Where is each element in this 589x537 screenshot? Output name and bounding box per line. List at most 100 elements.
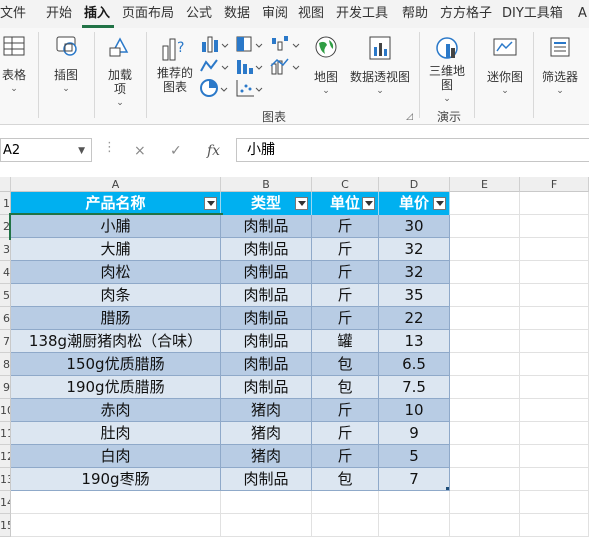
tab-5[interactable]: 数据	[224, 0, 250, 28]
grid-cell[interactable]	[450, 468, 520, 491]
column-header-C[interactable]: C	[312, 177, 379, 192]
grid-cell[interactable]	[450, 514, 520, 537]
column-header-A[interactable]: A	[11, 177, 221, 192]
grid-cell[interactable]	[520, 422, 589, 445]
3d-map-button[interactable]: 三维地 图 ⌄	[427, 34, 467, 106]
row-header[interactable]: 9	[0, 376, 11, 399]
grid-cell[interactable]	[520, 215, 589, 238]
table-cell[interactable]: 30	[379, 215, 450, 238]
filter-dropdown-icon[interactable]	[204, 197, 217, 210]
column-header-B[interactable]: B	[221, 177, 312, 192]
grid-cell[interactable]	[520, 445, 589, 468]
table-cell[interactable]: 190g枣肠	[11, 468, 221, 491]
table-cell[interactable]: 32	[379, 238, 450, 261]
pie-chart-button[interactable]	[199, 78, 229, 102]
column-header-D[interactable]: D	[379, 177, 450, 192]
table-cell[interactable]: 肉制品	[221, 261, 312, 284]
map-chart-button[interactable]: 地图 ⌄	[308, 34, 344, 98]
column-header-E[interactable]: E	[450, 177, 520, 192]
row-header[interactable]: 6	[0, 307, 11, 330]
table-cell[interactable]: 猪肉	[221, 422, 312, 445]
tab-4[interactable]: 公式	[186, 0, 212, 28]
table-cell[interactable]: 肉制品	[221, 468, 312, 491]
cancel-icon[interactable]: ×	[134, 143, 146, 159]
table-cell[interactable]: 138g潮厨猪肉松（合味）	[11, 330, 221, 353]
table-cell[interactable]: 斤	[312, 261, 379, 284]
table-cell[interactable]: 肉制品	[221, 353, 312, 376]
grid-cell[interactable]	[450, 399, 520, 422]
hierarchy-chart-button[interactable]	[234, 34, 264, 58]
table-cell[interactable]: 肉松	[11, 261, 221, 284]
table-cell[interactable]: 肉条	[11, 284, 221, 307]
table-cell[interactable]: 190g优质腊肠	[11, 376, 221, 399]
enter-icon[interactable]: ✓	[170, 143, 182, 159]
grid-cell[interactable]	[450, 491, 520, 514]
table-cell[interactable]: 斤	[312, 399, 379, 422]
row-header[interactable]: 13	[0, 468, 11, 491]
row-header[interactable]: 5	[0, 284, 11, 307]
grid-cell[interactable]	[11, 514, 221, 537]
table-cell[interactable]: 肉制品	[221, 284, 312, 307]
filter-dropdown-icon[interactable]	[433, 197, 446, 210]
grid-cell[interactable]	[450, 376, 520, 399]
table-header-cell[interactable]: 产品名称	[11, 192, 221, 215]
picture-button[interactable]: 插图 ⌄	[48, 34, 84, 96]
row-header[interactable]: 14	[0, 491, 11, 514]
filter-dropdown-icon[interactable]	[362, 197, 375, 210]
grid-cell[interactable]	[520, 514, 589, 537]
grid-cell[interactable]	[520, 353, 589, 376]
table-cell[interactable]: 罐	[312, 330, 379, 353]
grid-cell[interactable]	[312, 514, 379, 537]
table-cell[interactable]: 6.5	[379, 353, 450, 376]
grid-cell[interactable]	[450, 445, 520, 468]
tab-2[interactable]: 插入	[84, 0, 110, 28]
grid-cell[interactable]	[312, 491, 379, 514]
grid-cell[interactable]	[450, 192, 520, 215]
statistic-chart-button[interactable]	[234, 56, 264, 80]
table-cell[interactable]: 斤	[312, 445, 379, 468]
tab-0[interactable]: 文件	[0, 0, 26, 28]
grid-cell[interactable]	[520, 399, 589, 422]
waterfall-chart-button[interactable]	[269, 34, 301, 58]
table-cell[interactable]: 肚肉	[11, 422, 221, 445]
column-chart-button[interactable]	[199, 34, 229, 58]
table-cell[interactable]: 9	[379, 422, 450, 445]
row-header[interactable]: 7	[0, 330, 11, 353]
row-header[interactable]: 12	[0, 445, 11, 468]
row-header[interactable]: 4	[0, 261, 11, 284]
grid-cell[interactable]	[520, 192, 589, 215]
grid-cell[interactable]	[450, 422, 520, 445]
table-cell[interactable]: 小脯	[9, 213, 223, 240]
grid-cell[interactable]	[379, 514, 450, 537]
filters-button[interactable]: 筛选器 ⌄	[540, 34, 580, 98]
table-cell[interactable]: 7.5	[379, 376, 450, 399]
table-cell[interactable]: 32	[379, 261, 450, 284]
table-cell[interactable]: 肉制品	[221, 376, 312, 399]
row-header[interactable]: 10	[0, 399, 11, 422]
table-resize-handle[interactable]	[446, 487, 449, 490]
table-cell[interactable]: 包	[312, 376, 379, 399]
tab-7[interactable]: 视图	[298, 0, 324, 28]
table-cell[interactable]: 肉制品	[221, 307, 312, 330]
grid-cell[interactable]	[379, 491, 450, 514]
tab-3[interactable]: 页面布局	[122, 0, 174, 28]
table-cell[interactable]: 猪肉	[221, 445, 312, 468]
tab-10[interactable]: 方方格子	[440, 0, 492, 28]
tab-6[interactable]: 审阅	[262, 0, 288, 28]
tab-9[interactable]: 帮助	[402, 0, 428, 28]
grid-cell[interactable]	[520, 284, 589, 307]
grid-cell[interactable]	[221, 514, 312, 537]
tab-12[interactable]: A	[578, 0, 587, 28]
line-chart-button[interactable]	[199, 56, 229, 80]
chevron-down-icon[interactable]: ▼	[78, 139, 85, 163]
grid-cell[interactable]	[221, 491, 312, 514]
grid-cell[interactable]	[520, 261, 589, 284]
table-cell[interactable]: 大脯	[11, 238, 221, 261]
grid-cell[interactable]	[450, 307, 520, 330]
row-header[interactable]: 8	[0, 353, 11, 376]
grid-cell[interactable]	[11, 491, 221, 514]
grid-cell[interactable]	[520, 376, 589, 399]
name-box[interactable]: A2 ▼	[0, 138, 92, 162]
table-cell[interactable]: 7	[379, 468, 450, 491]
grid-cell[interactable]	[450, 284, 520, 307]
